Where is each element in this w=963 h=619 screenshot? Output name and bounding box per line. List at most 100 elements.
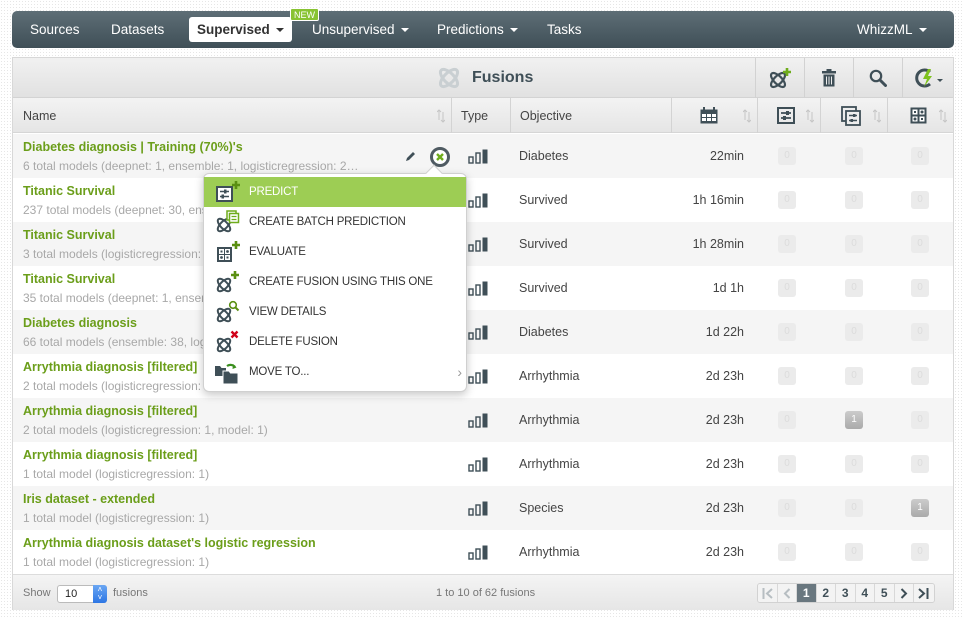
menu-item-label: CREATE BATCH PREDICTION (249, 216, 406, 228)
table-header: Name Type Objective (13, 98, 953, 133)
chevron-down-icon (509, 27, 518, 32)
column-header-type[interactable]: Type (452, 98, 511, 133)
nav-whizzml[interactable]: WhizzML (857, 11, 927, 48)
nav-datasets[interactable]: Datasets (111, 11, 164, 48)
menu-item-predict[interactable]: PREDICT (204, 177, 466, 207)
fusion-name-link[interactable]: Iris dataset - extended (23, 492, 155, 506)
batch-predictions-count[interactable]: 0 (845, 455, 863, 473)
table-row[interactable]: Titanic Survival 3 total models (logistic… (13, 222, 953, 266)
fusion-name-link[interactable]: Arrythmia diagnosis [filtered] (23, 448, 197, 462)
nav-unsupervised[interactable]: Unsupervised (312, 11, 409, 48)
predictions-count[interactable]: 0 (778, 235, 796, 253)
column-header-name[interactable]: Name (13, 98, 452, 133)
delete-button[interactable] (804, 58, 853, 98)
batch-predictions-count[interactable]: 0 (845, 147, 863, 165)
menu-item-create-fusion[interactable]: CREATE FUSION USING THIS ONE (204, 267, 466, 297)
column-header-predictions[interactable] (758, 98, 821, 133)
evaluations-count[interactable]: 0 (911, 191, 929, 209)
predictions-count[interactable]: 0 (778, 367, 796, 385)
edit-pencil-icon[interactable] (404, 151, 416, 163)
evaluations-count[interactable]: 0 (911, 455, 929, 473)
batch-predictions-count[interactable]: 0 (845, 367, 863, 385)
predictions-count[interactable]: 0 (778, 279, 796, 297)
table-row[interactable]: Diabetes diagnosis 66 total models (ensem… (13, 310, 953, 354)
evaluations-count[interactable]: 1 (911, 499, 929, 517)
delete-fusion-icon (216, 330, 238, 353)
table-row[interactable]: Arrythmia diagnosis [filtered] 2 total mo… (13, 398, 953, 442)
batch-predictions-count[interactable]: 0 (845, 323, 863, 341)
table-row[interactable]: Arrythmia diagnosis [filtered] 1 total mo… (13, 442, 953, 486)
bulk-actions-button[interactable] (902, 58, 953, 98)
page-button[interactable]: 5 (875, 584, 895, 602)
column-header-age[interactable] (672, 98, 758, 133)
fusion-name-link[interactable]: Diabetes diagnosis | Training (70%)'s (23, 140, 243, 154)
batch-predictions-count[interactable]: 0 (845, 279, 863, 297)
page-button[interactable]: 3 (836, 584, 856, 602)
fusion-name-link[interactable]: Titanic Survival (23, 272, 115, 286)
evaluations-count[interactable]: 0 (911, 235, 929, 253)
menu-item-view-details[interactable]: VIEW DETAILS (204, 297, 466, 327)
search-button[interactable] (853, 58, 902, 98)
page-title-text: Fusions (472, 69, 534, 86)
table-row[interactable]: Titanic Survival 35 total models (deepnet… (13, 266, 953, 310)
page-button[interactable]: 2 (816, 584, 836, 602)
age-cell: 1d 1h (712, 281, 744, 295)
batch-prediction-icon (216, 210, 239, 233)
column-header-batch-predictions[interactable] (821, 98, 888, 133)
fusion-name-link[interactable]: Arrythmia diagnosis [filtered] (23, 360, 197, 374)
next-page-button[interactable] (894, 584, 914, 602)
fusion-models-summary: 2 total models (logisticregression: 1, m… (23, 423, 268, 437)
fusion-name-link[interactable]: Titanic Survival (23, 228, 115, 242)
predictions-count[interactable]: 0 (778, 191, 796, 209)
evaluations-count[interactable]: 0 (911, 147, 929, 165)
batch-predictions-count[interactable]: 0 (845, 543, 863, 561)
objective-cell: Arrhythmia (519, 369, 580, 383)
nav-tasks[interactable]: Tasks (547, 11, 582, 48)
evaluations-count[interactable]: 0 (911, 543, 929, 561)
table-row[interactable]: Arrythmia diagnosis dataset's logistic r… (13, 530, 953, 574)
sort-icon (743, 109, 751, 123)
predictions-count[interactable]: 0 (778, 543, 796, 561)
nav-label: Tasks (547, 22, 582, 37)
page-button[interactable]: 4 (855, 584, 875, 602)
menu-item-move-to[interactable]: MOVE TO... › (204, 357, 466, 387)
create-fusion-button[interactable] (755, 58, 804, 98)
nav-supervised[interactable]: Supervised (189, 17, 292, 42)
batch-predictions-count[interactable]: 0 (845, 499, 863, 517)
nav-predictions[interactable]: Predictions (437, 11, 518, 48)
predictions-count[interactable]: 0 (778, 147, 796, 165)
evaluations-count[interactable]: 0 (911, 411, 929, 429)
fusion-name-link[interactable]: Arrythmia diagnosis dataset's logistic r… (23, 536, 316, 550)
menu-item-delete-fusion[interactable]: DELETE FUSION (204, 327, 466, 357)
page-button[interactable]: 1 (797, 584, 817, 602)
batch-predictions-count[interactable]: 0 (845, 191, 863, 209)
nav-sources[interactable]: Sources (30, 11, 80, 48)
last-page-button[interactable] (914, 584, 934, 602)
predictions-count[interactable]: 0 (778, 455, 796, 473)
table-row[interactable]: Iris dataset - extended 1 total model (lo… (13, 486, 953, 530)
first-page-button[interactable] (758, 584, 778, 602)
table-row[interactable]: Arrythmia diagnosis [filtered] 2 total mo… (13, 354, 953, 398)
menu-item-evaluate[interactable]: EVALUATE (204, 237, 466, 267)
predictions-count[interactable]: 0 (778, 323, 796, 341)
age-cell: 2d 23h (705, 369, 744, 383)
fusion-name-link[interactable]: Titanic Survival (23, 184, 115, 198)
predictions-count[interactable]: 0 (778, 411, 796, 429)
batch-predictions-count[interactable]: 0 (845, 235, 863, 253)
fusion-name-link[interactable]: Diabetes diagnosis (23, 316, 137, 330)
table-row[interactable]: Titanic Survival 237 total models (deepne… (13, 178, 953, 222)
page-size-select[interactable]: 10 ˄ ˅ (57, 585, 107, 603)
fusion-type-icon (468, 457, 488, 472)
table-row[interactable]: Diabetes diagnosis | Training (70%)'s 6 t… (13, 134, 953, 178)
evaluations-count[interactable]: 0 (911, 323, 929, 341)
evaluations-count[interactable]: 0 (911, 367, 929, 385)
fusion-name-link[interactable]: Arrythmia diagnosis [filtered] (23, 404, 197, 418)
nav-label: Supervised (197, 22, 270, 37)
column-header-objective[interactable]: Objective (511, 98, 672, 133)
predictions-count[interactable]: 0 (778, 499, 796, 517)
menu-item-create-batch-prediction[interactable]: CREATE BATCH PREDICTION (204, 207, 466, 237)
evaluations-count[interactable]: 0 (911, 279, 929, 297)
prev-page-button[interactable] (777, 584, 797, 602)
column-header-evaluations[interactable] (888, 98, 953, 133)
batch-predictions-count[interactable]: 1 (845, 411, 863, 429)
